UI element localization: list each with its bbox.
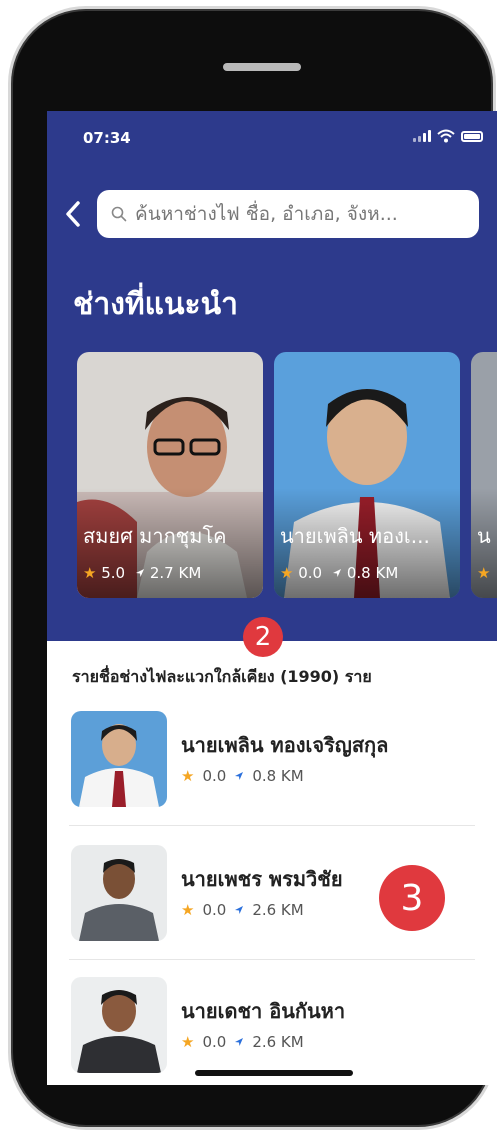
signal-icon (413, 130, 431, 142)
divider (69, 825, 475, 826)
technician-name: นายเดชา อินกันหา (181, 999, 346, 1023)
location-arrow-icon (235, 906, 244, 914)
distance-value: 2.7 KM (149, 564, 202, 582)
star-icon: ★ (477, 564, 491, 582)
card-meta: ★ 0.0 0.8 KM (280, 564, 398, 582)
search-icon (111, 206, 127, 222)
status-bar: 07:34 (47, 111, 497, 161)
distance-value: 0.8 KM (346, 564, 399, 582)
star-icon: ★ (181, 767, 195, 785)
star-icon: ★ (83, 564, 97, 582)
distance: 0.8 KM (332, 564, 398, 582)
home-indicator[interactable] (195, 1070, 353, 1076)
recommended-card[interactable]: นายเพลิน ทองเ... ★ 0.0 0.8 KM (274, 352, 460, 598)
location-arrow-icon (136, 569, 145, 577)
recommended-card-partial[interactable]: น ★ (471, 352, 497, 598)
back-arrow-icon[interactable] (63, 199, 83, 229)
rating-value: 0.0 (298, 564, 323, 582)
card-name: นายเพลิน ทองเ... (280, 524, 430, 548)
wifi-icon (437, 129, 455, 143)
list-item[interactable]: นายเพลิน ทองเจริญสกุล ★ 0.0 0.8 KM (69, 711, 479, 831)
hero-section: 07:34 ค้นหาช่างไฟ ชื่อ, อำเภอ, จังห... ช… (47, 111, 497, 641)
search-bar[interactable]: ค้นหาช่างไฟ ชื่อ, อำเภอ, จังห... (97, 190, 479, 238)
avatar (71, 711, 167, 807)
search-input[interactable]: ค้นหาช่างไฟ ชื่อ, อำเภอ, จังห... (135, 199, 475, 229)
status-icons (413, 129, 483, 143)
app-screen: 07:34 ค้นหาช่างไฟ ชื่อ, อำเภอ, จังห... ช… (47, 111, 497, 1085)
list-item[interactable]: นายเดชา อินกันหา ★ 0.0 2.6 KM (69, 977, 479, 1085)
step-badge-3: 3 (379, 865, 445, 931)
rating-value: 0.0 (202, 901, 227, 919)
location-arrow-icon (235, 772, 244, 780)
distance: 2.7 KM (135, 564, 201, 582)
star-icon: ★ (280, 564, 294, 582)
star-icon: ★ (181, 901, 195, 919)
avatar (71, 977, 167, 1073)
speaker-grille (223, 63, 301, 71)
battery-icon (461, 130, 483, 142)
location-arrow-icon (333, 569, 342, 577)
recommended-title: ช่างที่แนะนำ (73, 287, 238, 322)
rating-value: 0.0 (202, 767, 227, 785)
avatar (71, 845, 167, 941)
distance-value: 0.8 KM (252, 767, 304, 785)
technician-meta: ★ 0.0 0.8 KM (181, 767, 304, 785)
rating-value: 5.0 (101, 564, 126, 582)
technician-meta: ★ 0.0 2.6 KM (181, 1033, 304, 1051)
card-name: สมยศ มากชุมโค (83, 524, 227, 548)
status-time: 07:34 (83, 129, 131, 147)
location-arrow-icon (235, 1038, 244, 1046)
divider (69, 959, 475, 960)
rating-value: 0.0 (202, 1033, 227, 1051)
distance-value: 2.6 KM (252, 1033, 304, 1051)
recommended-carousel[interactable]: สมยศ มากชุมโค ★ 5.0 2.7 KM นายเพลิน ทองเ… (77, 352, 497, 600)
technician-meta: ★ 0.0 2.6 KM (181, 901, 304, 919)
technician-name: นายเพลิน ทองเจริญสกุล (181, 733, 389, 757)
card-meta: ★ (477, 564, 490, 582)
star-icon: ★ (181, 1033, 195, 1051)
technician-name: นายเพชร พรมวิชัย (181, 867, 343, 891)
distance-value: 2.6 KM (252, 901, 304, 919)
card-meta: ★ 5.0 2.7 KM (83, 564, 201, 582)
phone-frame: 07:34 ค้นหาช่างไฟ ชื่อ, อำเภอ, จังห... ช… (8, 6, 497, 1130)
card-name: น (477, 524, 491, 548)
rating: ★ 0.0 (280, 564, 322, 582)
recommended-card[interactable]: สมยศ มากชุมโค ★ 5.0 2.7 KM (77, 352, 263, 598)
rating: ★ 5.0 (83, 564, 125, 582)
nearby-list-header: รายชื่อช่างไฟละแวกใกล้เคียง (1990) ราย (72, 667, 372, 686)
step-badge-2: 2 (243, 617, 283, 657)
